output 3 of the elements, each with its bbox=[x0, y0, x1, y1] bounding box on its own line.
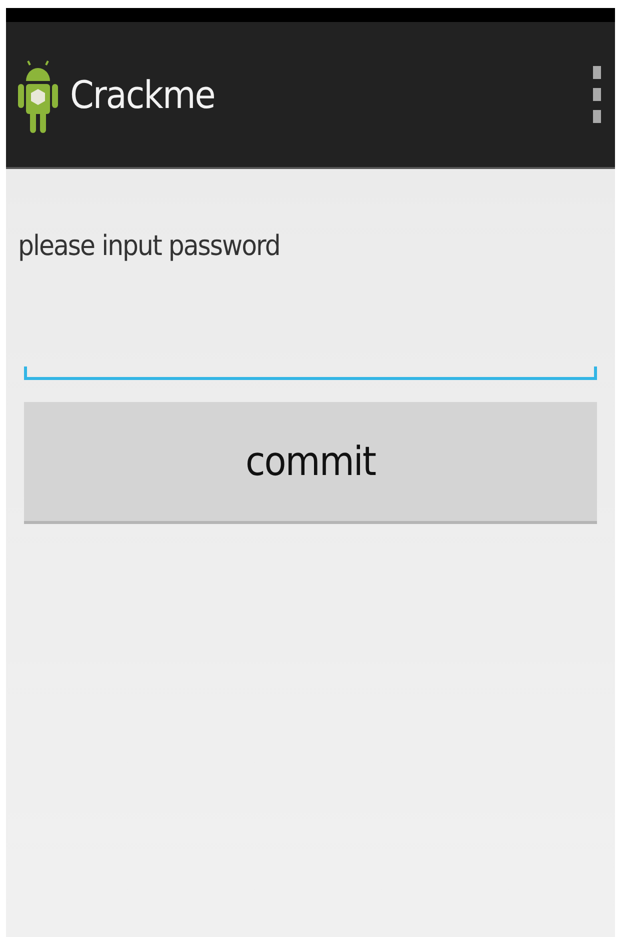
password-prompt: please input password bbox=[18, 229, 281, 262]
commit-button[interactable]: commit bbox=[24, 402, 597, 524]
app-title: Crackme bbox=[70, 72, 216, 116]
